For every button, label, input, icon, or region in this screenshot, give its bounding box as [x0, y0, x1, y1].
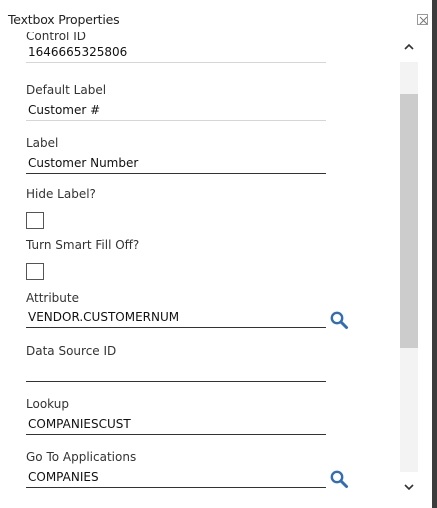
control-id-value: 1646665325806	[26, 39, 326, 63]
vertical-scrollbar[interactable]	[398, 34, 420, 496]
data-source-id-input[interactable]	[26, 358, 326, 382]
dialog-titlebar: Textbox Properties	[0, 0, 432, 32]
default-label-field: Default Label Customer #	[26, 83, 326, 121]
control-id-field: Control ID 1646665325806	[26, 32, 326, 63]
data-source-id-field: Data Source ID	[26, 344, 326, 382]
close-icon	[419, 16, 428, 25]
go-to-applications-input[interactable]: COMPANIES	[26, 464, 326, 488]
label-input[interactable]: Customer Number	[26, 150, 326, 174]
background-window-edge	[432, 0, 437, 508]
default-label-label: Default Label	[26, 83, 107, 97]
chevron-down-icon[interactable]	[402, 480, 416, 494]
attribute-field: Attribute VENDOR.CUSTOMERNUM	[26, 291, 326, 328]
lookup-label: Lookup	[26, 397, 69, 411]
properties-form: Control ID 1646665325806 Default Label C…	[0, 32, 400, 508]
close-button[interactable]	[417, 14, 428, 25]
smart-fill-field: Turn Smart Fill Off?	[26, 238, 326, 252]
label-field: Label Customer Number	[26, 136, 326, 174]
scroll-thumb[interactable]	[400, 94, 418, 348]
go-to-applications-label: Go To Applications	[26, 450, 137, 464]
default-label-value: Customer #	[26, 97, 326, 121]
label-label: Label	[26, 136, 59, 150]
hide-label-checkbox[interactable]	[26, 212, 44, 229]
lookup-field: Lookup COMPANIESCUST	[26, 397, 326, 435]
attribute-input[interactable]: VENDOR.CUSTOMERNUM	[26, 304, 326, 328]
data-source-id-label: Data Source ID	[26, 344, 117, 358]
go-to-applications-field: Go To Applications COMPANIES	[26, 450, 326, 488]
attribute-label: Attribute	[26, 291, 79, 305]
smart-fill-checkbox[interactable]	[26, 263, 44, 280]
lookup-input[interactable]: COMPANIESCUST	[26, 411, 326, 435]
hide-label-label: Hide Label?	[26, 187, 96, 201]
smart-fill-label: Turn Smart Fill Off?	[26, 238, 140, 252]
chevron-up-icon[interactable]	[402, 40, 416, 54]
dialog-title: Textbox Properties	[8, 12, 120, 27]
hide-label-field: Hide Label?	[26, 187, 326, 201]
search-icon[interactable]	[329, 310, 349, 330]
search-icon[interactable]	[329, 469, 349, 489]
textbox-properties-dialog: Textbox Properties Control ID 1646665325…	[0, 0, 432, 508]
